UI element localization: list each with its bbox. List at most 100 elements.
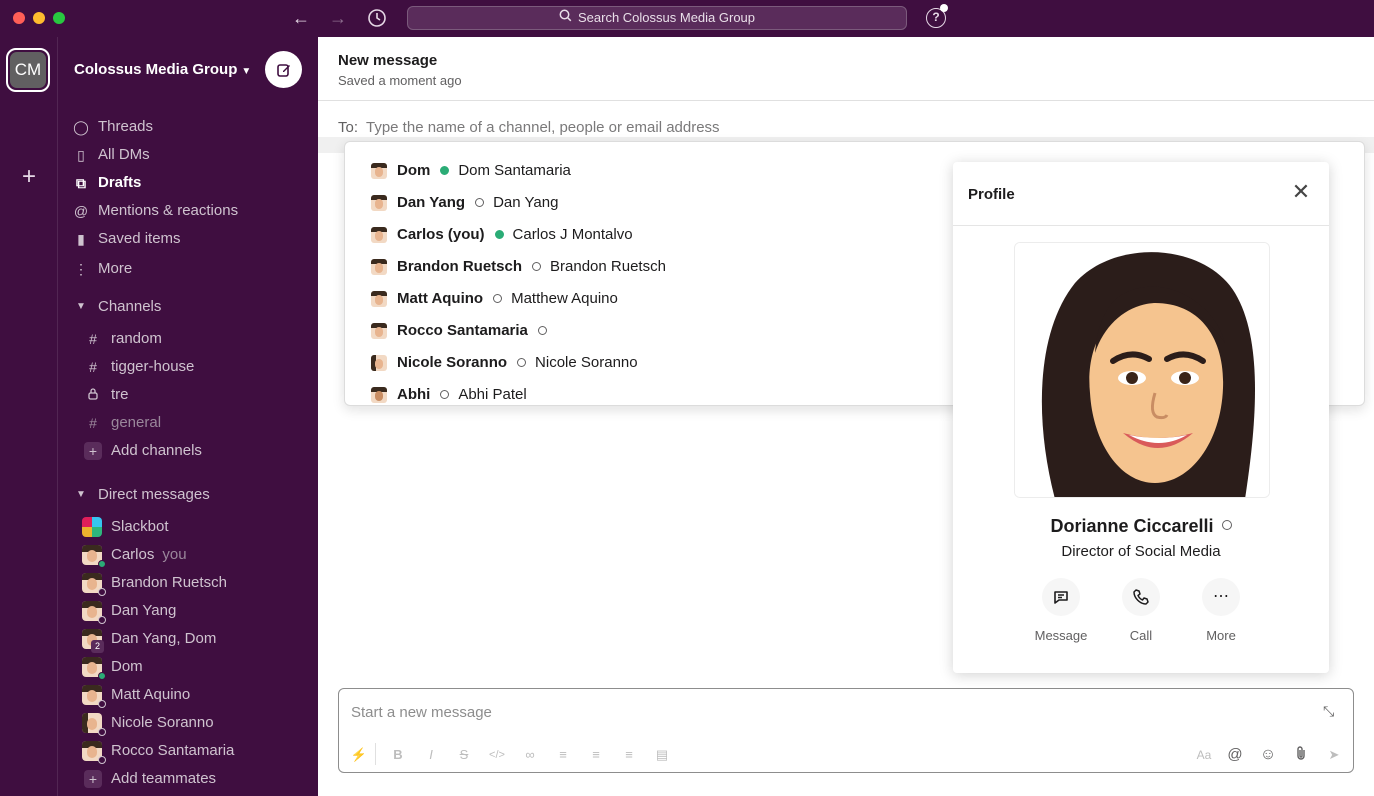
dm-matt-aquino[interactable]: Matt Aquino <box>58 681 318 709</box>
channel-general[interactable]: # general <box>58 409 318 437</box>
caret-down-icon: ▼ <box>76 489 86 500</box>
presence-away-icon <box>98 756 106 764</box>
dm-dom[interactable]: Dom <box>58 653 318 681</box>
sidebar-item-all-dms[interactable]: ▯ All DMs <box>58 141 318 169</box>
emoji-icon[interactable]: ☺ <box>1258 745 1278 765</box>
channel-random[interactable]: # random <box>58 325 318 353</box>
suggestion-full-name: Carlos J Montalvo <box>512 226 633 243</box>
minimize-window-button[interactable] <box>33 12 45 24</box>
message-composer: ⤡ ⚡ B I S </> ∞ ≡ ≡ ≡ ▤ Aa @ ☺ ➤ <box>338 688 1354 773</box>
dm-label: Dan Yang <box>111 602 177 619</box>
presence-away-icon <box>440 389 450 399</box>
toolbar-divider <box>375 743 376 765</box>
presence-away-icon <box>537 325 547 335</box>
profile-photo[interactable] <box>1014 242 1270 498</box>
sidebar-item-threads[interactable]: ◯ Threads <box>58 113 318 141</box>
workspace-switcher[interactable]: CM <box>6 48 50 92</box>
suggestion-full-name: Matthew Aquino <box>511 290 618 307</box>
search-bar[interactable]: Search Colossus Media Group <box>407 6 907 30</box>
add-channels-button[interactable]: + Add channels <box>58 437 318 465</box>
code-icon[interactable]: </> <box>487 745 507 765</box>
search-icon <box>559 7 572 29</box>
strikethrough-icon[interactable]: S <box>454 745 474 765</box>
close-icon[interactable]: ✕ <box>1289 180 1313 204</box>
profile-panel: Profile ✕ Dorianne Ciccarelli Director o… <box>953 162 1329 673</box>
message-icon[interactable] <box>1042 578 1080 616</box>
page-title: New message <box>338 52 438 69</box>
suggestion-full-name: Brandon Ruetsch <box>550 258 666 275</box>
phone-icon[interactable] <box>1122 578 1160 616</box>
channels-section-header[interactable]: ▼ Channels <box>58 293 318 321</box>
dm-rocco-santamaria[interactable]: Rocco Santamaria <box>58 737 318 765</box>
dm-label: Brandon Ruetsch <box>111 574 227 591</box>
code-block-icon[interactable]: ▤ <box>652 745 672 765</box>
dm-label: Matt Aquino <box>111 686 191 703</box>
dm-slackbot[interactable]: Slackbot <box>58 513 318 541</box>
to-label: To: <box>338 119 359 136</box>
send-icon[interactable]: ➤ <box>1324 745 1344 765</box>
formatting-aa-icon[interactable]: Aa <box>1194 745 1214 765</box>
sidebar-item-label: All DMs <box>98 146 150 163</box>
dm-nicole-soranno[interactable]: Nicole Soranno <box>58 709 318 737</box>
sidebar-item-saved[interactable]: ▮ Saved items <box>58 225 318 253</box>
bulleted-list-icon[interactable]: ≡ <box>586 745 606 765</box>
compose-button[interactable] <box>265 51 302 88</box>
channel-tre[interactable]: tre <box>58 381 318 409</box>
at-icon: @ <box>73 203 89 219</box>
profile-name-text: Dorianne Ciccarelli <box>1050 516 1214 536</box>
attachment-icon[interactable] <box>1291 745 1311 765</box>
recipient-input[interactable] <box>366 116 966 138</box>
saved-status: Saved a moment ago <box>338 73 462 88</box>
link-icon[interactable]: ∞ <box>520 745 540 765</box>
add-teammates-label: Add teammates <box>111 770 217 787</box>
message-input[interactable] <box>351 701 1251 723</box>
profile-action-more[interactable]: ⋯ More <box>1181 578 1261 643</box>
add-teammates-button[interactable]: + Add teammates <box>58 765 318 793</box>
dm-brandon-ruetsch[interactable]: Brandon Ruetsch <box>58 569 318 597</box>
back-arrow-icon[interactable]: ← <box>288 6 314 30</box>
sidebar-item-mentions[interactable]: @ Mentions & reactions <box>58 197 318 225</box>
profile-header: Profile ✕ <box>953 162 1329 226</box>
member-count-badge: 2 <box>91 640 104 653</box>
ordered-list-icon[interactable]: ≡ <box>553 745 573 765</box>
threads-icon: ◯ <box>73 119 89 135</box>
sidebar-item-more[interactable]: ⋮ More <box>58 255 318 283</box>
forward-arrow-icon[interactable]: → <box>325 6 351 30</box>
add-workspace-icon[interactable]: + <box>17 165 41 189</box>
more-horizontal-icon[interactable]: ⋯ <box>1202 578 1240 616</box>
expand-icon[interactable]: ⤡ <box>1323 703 1334 720</box>
history-clock-icon[interactable] <box>364 6 390 30</box>
presence-away-icon <box>1221 520 1232 531</box>
compose-icon <box>276 61 292 78</box>
mention-at-icon[interactable]: @ <box>1225 745 1245 765</box>
plus-icon: + <box>84 765 102 793</box>
action-label: Message <box>1034 628 1088 643</box>
dm-dan-yang[interactable]: Dan Yang <box>58 597 318 625</box>
action-label: Call <box>1129 628 1153 643</box>
workspace-menu[interactable]: Colossus Media Group ▼ <box>74 61 251 78</box>
presence-away-icon <box>517 357 527 367</box>
message-header: New message Saved a moment ago <box>318 37 1374 101</box>
suggestion-display-name: Dom <box>397 162 431 179</box>
blockquote-icon[interactable]: ≡ <box>619 745 639 765</box>
avatar <box>371 291 387 307</box>
dms-section-header[interactable]: ▼ Direct messages <box>58 481 318 509</box>
action-label: More <box>1206 628 1236 643</box>
title-bar: ← → Search Colossus Media Group ? <box>0 0 1374 37</box>
sidebar-item-label: Mentions & reactions <box>98 202 239 219</box>
profile-action-call[interactable]: Call <box>1101 578 1181 643</box>
channel-tigger-house[interactable]: # tigger-house <box>58 353 318 381</box>
sidebar-item-drafts[interactable]: ⧉ Drafts <box>58 169 318 197</box>
dm-group-dan-yang-dom[interactable]: 2 Dan Yang, Dom <box>58 625 318 653</box>
bold-icon[interactable]: B <box>388 745 408 765</box>
hash-icon: # <box>89 359 97 375</box>
presence-active-icon <box>98 560 106 568</box>
italic-icon[interactable]: I <box>421 745 441 765</box>
shortcuts-lightning-icon[interactable]: ⚡ <box>349 745 369 765</box>
maximize-window-button[interactable] <box>53 12 65 24</box>
channel-label: general <box>111 414 162 431</box>
close-window-button[interactable] <box>13 12 25 24</box>
profile-action-message[interactable]: Message <box>1021 578 1101 643</box>
profile-title: Profile <box>968 186 1015 203</box>
dm-carlos[interactable]: Carlos you <box>58 541 318 569</box>
